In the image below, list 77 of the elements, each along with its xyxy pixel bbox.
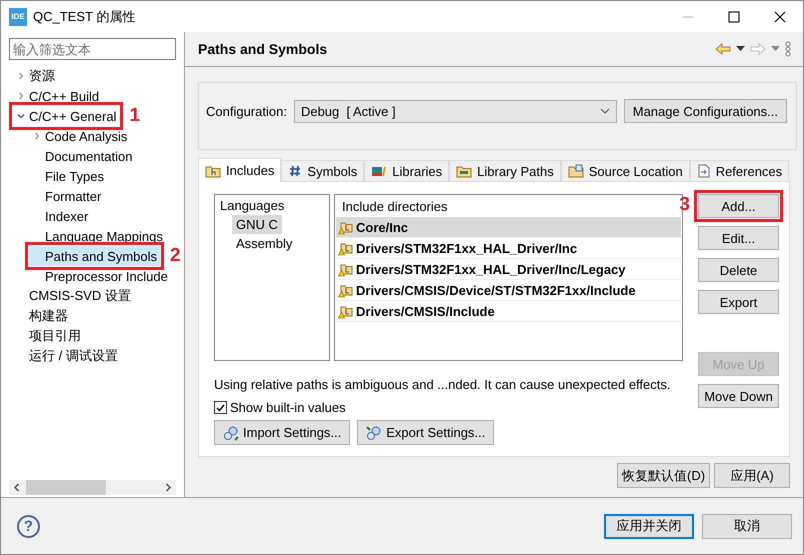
- export-settings-button[interactable]: Export Settings...: [357, 420, 494, 445]
- include-path-row[interactable]: Core/Inc: [336, 217, 681, 238]
- list-header: Languages: [220, 198, 286, 213]
- checkbox[interactable]: [214, 401, 227, 414]
- folder-icon: [205, 164, 221, 178]
- tab[interactable]: References: [690, 160, 790, 181]
- tab[interactable]: Symbols: [281, 160, 364, 181]
- tree-item[interactable]: File Types: [29, 166, 108, 186]
- include-path-row[interactable]: Drivers/STM32F1xx_HAL_Driver/Inc: [336, 238, 681, 259]
- close-icon[interactable]: [774, 10, 786, 22]
- tree-item[interactable]: 构建器: [13, 306, 71, 326]
- checkbox-label: Show built-in values: [230, 400, 346, 415]
- callout-number: 2: [170, 246, 181, 266]
- chevron-down-icon[interactable]: [600, 108, 610, 114]
- callout-number: 1: [129, 106, 140, 126]
- tree-item[interactable]: Indexer: [29, 206, 92, 226]
- tab[interactable]: Source Location: [560, 160, 690, 181]
- tree-item[interactable]: CMSIS-SVD 设置: [13, 286, 134, 306]
- checkmark-icon: [216, 404, 225, 412]
- filter-field[interactable]: 输入筛选文本: [9, 38, 176, 60]
- tree-item[interactable]: Code Analysis: [29, 126, 130, 146]
- include-path: Drivers/CMSIS/Include: [356, 304, 495, 318]
- tab[interactable]: Library Paths: [449, 160, 561, 181]
- list-header: Include directories: [341, 198, 448, 216]
- apply-button[interactable]: 应用(A): [714, 463, 790, 488]
- forward-arrow-icon[interactable]: [750, 43, 766, 55]
- tree-item[interactable]: C/C++ Build: [13, 86, 102, 106]
- include-path: Drivers/STM32F1xx_HAL_Driver/Inc/Legacy: [356, 262, 626, 276]
- chevron-right-icon[interactable]: [17, 72, 25, 80]
- hash-icon: [288, 164, 302, 178]
- language-item[interactable]: Assembly: [232, 234, 296, 253]
- chevron-right-icon[interactable]: [33, 132, 41, 140]
- maximize-icon[interactable]: [728, 10, 740, 22]
- include-path-row[interactable]: Drivers/STM32F1xx_HAL_Driver/Inc/Legacy: [336, 259, 681, 280]
- include-path: Drivers/CMSIS/Device/ST/STM32F1xx/Include: [356, 282, 636, 298]
- horizontal-scrollbar[interactable]: [9, 480, 176, 495]
- cancel-button[interactable]: 取消: [702, 514, 792, 538]
- tab[interactable]: Includes: [198, 158, 282, 182]
- configuration-label: Configuration:: [206, 104, 287, 118]
- tree-item[interactable]: Formatter: [29, 186, 104, 206]
- include-path: Core/Inc: [356, 220, 408, 234]
- warning-note: Using relative paths is ambiguous and ...nded. It can cause unexpected effects.: [214, 377, 670, 392]
- app-icon: IDE: [9, 8, 27, 26]
- tree-item[interactable]: 运行 / 调试设置: [13, 346, 121, 366]
- scroll-right-icon[interactable]: [165, 483, 172, 492]
- chevron-right-icon[interactable]: [17, 92, 25, 100]
- import-settings-button[interactable]: Import Settings...: [214, 420, 350, 445]
- menu-icon[interactable]: [785, 41, 791, 57]
- tree-item[interactable]: 资源: [13, 66, 58, 86]
- action-button[interactable]: Export: [698, 290, 779, 314]
- include-path-row[interactable]: Drivers/CMSIS/Include: [336, 301, 681, 322]
- restore-defaults-button[interactable]: 恢复默认值(D): [617, 463, 710, 488]
- apply-and-close-button[interactable]: 应用并关闭: [604, 514, 694, 538]
- scrollbar-thumb[interactable]: [26, 480, 106, 495]
- help-icon[interactable]: ?: [17, 514, 40, 538]
- chevron-down-icon[interactable]: [17, 112, 25, 120]
- include-path: Drivers/STM32F1xx_HAL_Driver/Inc: [356, 240, 578, 256]
- document-arrow-icon: [696, 164, 711, 178]
- window-title: QC_TEST 的属性: [33, 8, 136, 26]
- configuration-dropdown[interactable]: Debug [ Active ]: [294, 100, 617, 122]
- folder-icon: [568, 164, 584, 178]
- page-title: Paths and Symbols: [198, 41, 328, 57]
- tree-item[interactable]: Preprocessor Include: [29, 266, 171, 286]
- back-arrow-icon[interactable]: [715, 43, 731, 55]
- tree-item[interactable]: 项目引用: [13, 326, 84, 346]
- action-button[interactable]: Move Down: [698, 384, 779, 408]
- manage-configurations-button[interactable]: Manage Configurations...: [624, 99, 787, 123]
- include-path-row[interactable]: Drivers/CMSIS/Device/ST/STM32F1xx/Include: [336, 280, 681, 301]
- scroll-left-icon[interactable]: [13, 483, 20, 492]
- folder-icon: [456, 164, 472, 178]
- action-button[interactable]: Delete: [698, 258, 779, 282]
- language-item[interactable]: GNU C: [232, 215, 282, 234]
- tree-item[interactable]: Documentation: [29, 146, 136, 166]
- tab[interactable]: Libraries: [364, 160, 450, 181]
- caret-down-icon[interactable]: [736, 46, 745, 52]
- books-icon: [371, 164, 388, 178]
- action-button[interactable]: Edit...: [698, 226, 779, 250]
